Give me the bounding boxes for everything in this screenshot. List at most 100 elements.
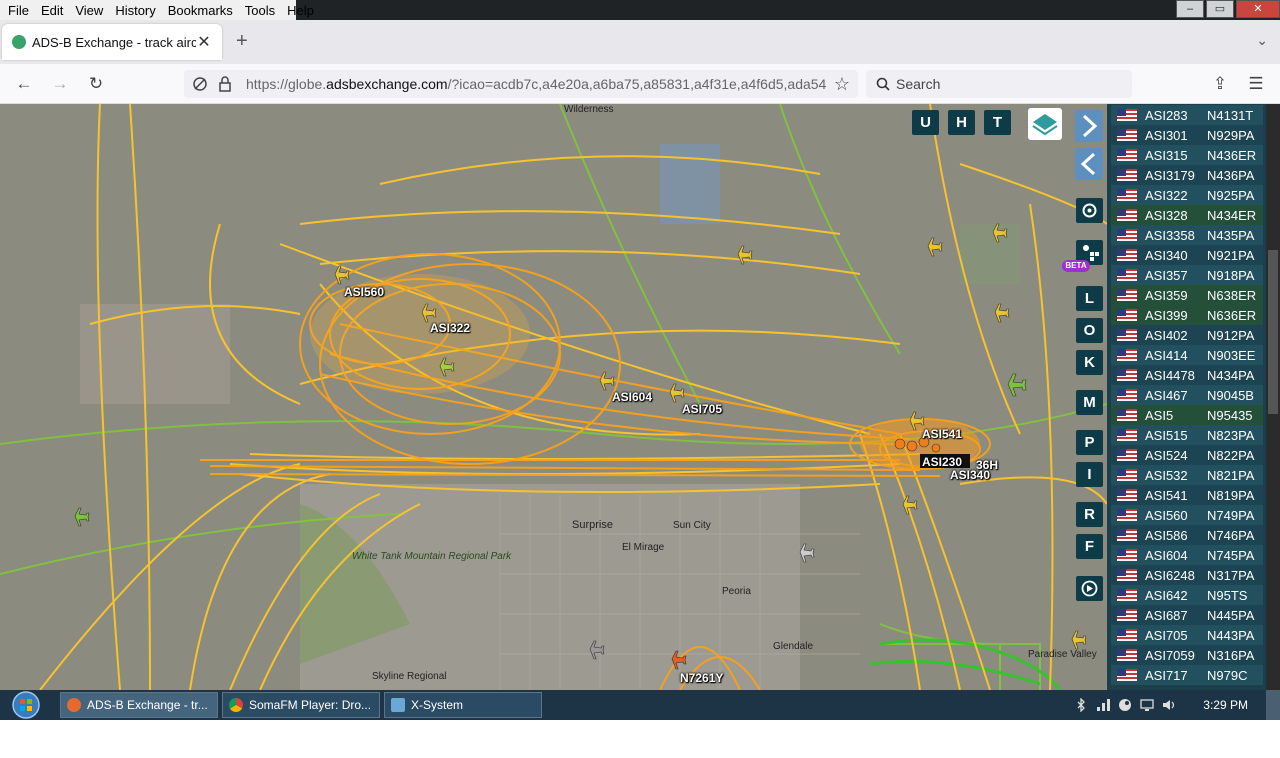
taskbar-xsystem[interactable]: X-System	[384, 692, 542, 718]
aircraft-list-row[interactable]: ASI5 N95435	[1111, 405, 1263, 425]
replay-button[interactable]	[1076, 576, 1103, 601]
list-all-tabs-button[interactable]: ⌄	[1256, 32, 1268, 49]
aircraft-label[interactable]: ASI604	[612, 390, 652, 404]
u-button[interactable]: U	[912, 110, 939, 135]
m-button[interactable]: M	[1076, 390, 1103, 415]
menu-history[interactable]: History	[109, 3, 161, 18]
lock-icon[interactable]	[218, 76, 232, 92]
steam-icon[interactable]	[1118, 698, 1132, 712]
next-panel-button[interactable]	[1075, 110, 1103, 142]
aircraft-list-row[interactable]: ASI532 N821PA	[1111, 465, 1263, 485]
network-icon[interactable]	[1096, 698, 1110, 712]
aircraft-list-row[interactable]: ASI283 N4131T	[1111, 105, 1263, 125]
aircraft-list-row[interactable]: ASI315 N436ER	[1111, 145, 1263, 165]
aircraft-list-row[interactable]: ASI604 N745PA	[1111, 545, 1263, 565]
aircraft-callsign: ASI524	[1145, 447, 1188, 463]
aircraft-list-row[interactable]: ASI328 N434ER	[1111, 205, 1263, 225]
o-button[interactable]: O	[1076, 318, 1103, 343]
aircraft-list-row[interactable]: ASI541 N819PA	[1111, 485, 1263, 505]
menu-help[interactable]: Help	[281, 3, 320, 18]
aircraft-label[interactable]: ASI705	[682, 402, 722, 416]
scrollbar-thumb[interactable]	[1268, 250, 1278, 414]
aircraft-list-row[interactable]: ASI467 N9045B	[1111, 385, 1263, 405]
settings-button[interactable]	[1076, 198, 1103, 223]
aircraft-list-row[interactable]: ASI340 N921PA	[1111, 245, 1263, 265]
aircraft-list-row[interactable]: ASI642 N95TS	[1111, 585, 1263, 605]
tracking-protection-icon[interactable]	[192, 76, 208, 92]
aircraft-list-row[interactable]: ASI301 N929PA	[1111, 125, 1263, 145]
panel-scrollbar[interactable]	[1266, 104, 1280, 690]
aircraft-list-row[interactable]: ASI705 N443PA	[1111, 625, 1263, 645]
t-button[interactable]: T	[984, 110, 1011, 135]
menu-bookmarks[interactable]: Bookmarks	[162, 3, 239, 18]
search-bar[interactable]: Search	[866, 70, 1132, 98]
prev-panel-button[interactable]	[1075, 148, 1103, 180]
close-tab-icon[interactable]: ✕	[196, 32, 212, 52]
aircraft-list-row[interactable]: ASI515 N823PA	[1111, 425, 1263, 445]
aircraft-label[interactable]: ASI560	[344, 285, 384, 299]
l-button[interactable]: L	[1076, 286, 1103, 311]
aircraft-list-row[interactable]: ASI524 N822PA	[1111, 445, 1263, 465]
url-bar[interactable]: https://globe.adsbexchange.com/?icao=acd…	[184, 70, 858, 98]
menu-tools[interactable]: Tools	[239, 3, 281, 18]
aircraft-label[interactable]: ASI230	[922, 455, 962, 469]
show-desktop-button[interactable]	[1266, 690, 1280, 720]
aircraft-list-row[interactable]: ASI399 N636ER	[1111, 305, 1263, 325]
aircraft-label[interactable]: ASI541	[922, 427, 962, 441]
p-button[interactable]: P	[1076, 430, 1103, 455]
bluetooth-icon[interactable]	[1074, 698, 1088, 712]
taskbar-firefox[interactable]: ADS-B Exchange - tr...	[60, 692, 218, 718]
menu-file[interactable]: File	[2, 3, 35, 18]
forward-button[interactable]: →	[48, 72, 72, 96]
h-button[interactable]: H	[948, 110, 975, 135]
aircraft-list-row[interactable]: ASI717 N979C	[1111, 665, 1263, 685]
aircraft-label[interactable]: 36H	[976, 458, 998, 472]
taskbar-chrome[interactable]: SomaFM Player: Dro...	[222, 692, 380, 718]
us-flag-icon	[1117, 209, 1137, 221]
aircraft-list-row[interactable]: ASI687 N445PA	[1111, 605, 1263, 625]
aircraft-list-row[interactable]: ASI322 N925PA	[1111, 185, 1263, 205]
tab-adsb[interactable]: ADS-B Exchange - track aircraft ✕	[2, 24, 222, 60]
aircraft-list-row[interactable]: ASI560 N749PA	[1111, 505, 1263, 525]
aircraft-list-row[interactable]: ASI3358 N435PA	[1111, 225, 1263, 245]
f-button[interactable]: F	[1076, 534, 1103, 559]
aircraft-list-row[interactable]: ASI4478 N434PA	[1111, 365, 1263, 385]
aircraft-list-row[interactable]: ASI359 N638ER	[1111, 285, 1263, 305]
display-icon[interactable]	[1140, 698, 1154, 712]
aircraft-label[interactable]: ASI322	[430, 321, 470, 335]
start-button[interactable]	[8, 690, 44, 720]
flight-map[interactable]: Wilderness Surprise Sun City El Mirage W…	[0, 104, 1107, 690]
aircraft-label[interactable]: N7261Y	[680, 671, 723, 685]
aircraft-list-row[interactable]: ASI402 N912PA	[1111, 325, 1263, 345]
reload-button[interactable]: ↻	[84, 72, 108, 96]
aircraft-list-row[interactable]: ASI6248 N317PA	[1111, 565, 1263, 585]
i-button[interactable]: I	[1076, 462, 1103, 487]
aircraft-list-row[interactable]: ASI586 N746PA	[1111, 525, 1263, 545]
volume-icon[interactable]	[1162, 698, 1176, 712]
bookmark-star-icon[interactable]: ☆	[834, 74, 850, 95]
aircraft-list-row[interactable]: ASI7059 N316PA	[1111, 645, 1263, 665]
aircraft-list-row[interactable]: ASI3179 N436PA	[1111, 165, 1263, 185]
map-canvas[interactable]: Wilderness Surprise Sun City El Mirage W…	[0, 104, 1107, 690]
k-button[interactable]: K	[1076, 350, 1103, 375]
app-menu-icon[interactable]: ☰	[1244, 72, 1268, 96]
aircraft-registration: N912PA	[1207, 327, 1255, 343]
system-clock[interactable]: 3:29 PM	[1203, 698, 1248, 712]
aircraft-callsign: ASI283	[1145, 107, 1188, 123]
r-button[interactable]: R	[1076, 502, 1103, 527]
menu-view[interactable]: View	[69, 3, 109, 18]
minimize-button[interactable]: –	[1176, 0, 1204, 18]
maximize-button[interactable]: ▭	[1206, 0, 1234, 18]
close-window-button[interactable]: ✕	[1236, 0, 1280, 18]
layers-button[interactable]	[1028, 108, 1062, 140]
new-tab-button[interactable]: +	[236, 30, 248, 53]
replay-icon	[1081, 580, 1098, 597]
back-button[interactable]: ←	[12, 72, 36, 96]
aircraft-registration: N918PA	[1207, 267, 1255, 283]
aircraft-registration: N9045B	[1207, 387, 1254, 403]
menu-edit[interactable]: Edit	[35, 3, 69, 18]
aircraft-list-row[interactable]: ASI414 N903EE	[1111, 345, 1263, 365]
extensions-icon[interactable]: ⇪	[1208, 72, 1232, 96]
aircraft-list-row[interactable]: ASI357 N918PA	[1111, 265, 1263, 285]
place-name: El Mirage	[622, 542, 665, 553]
